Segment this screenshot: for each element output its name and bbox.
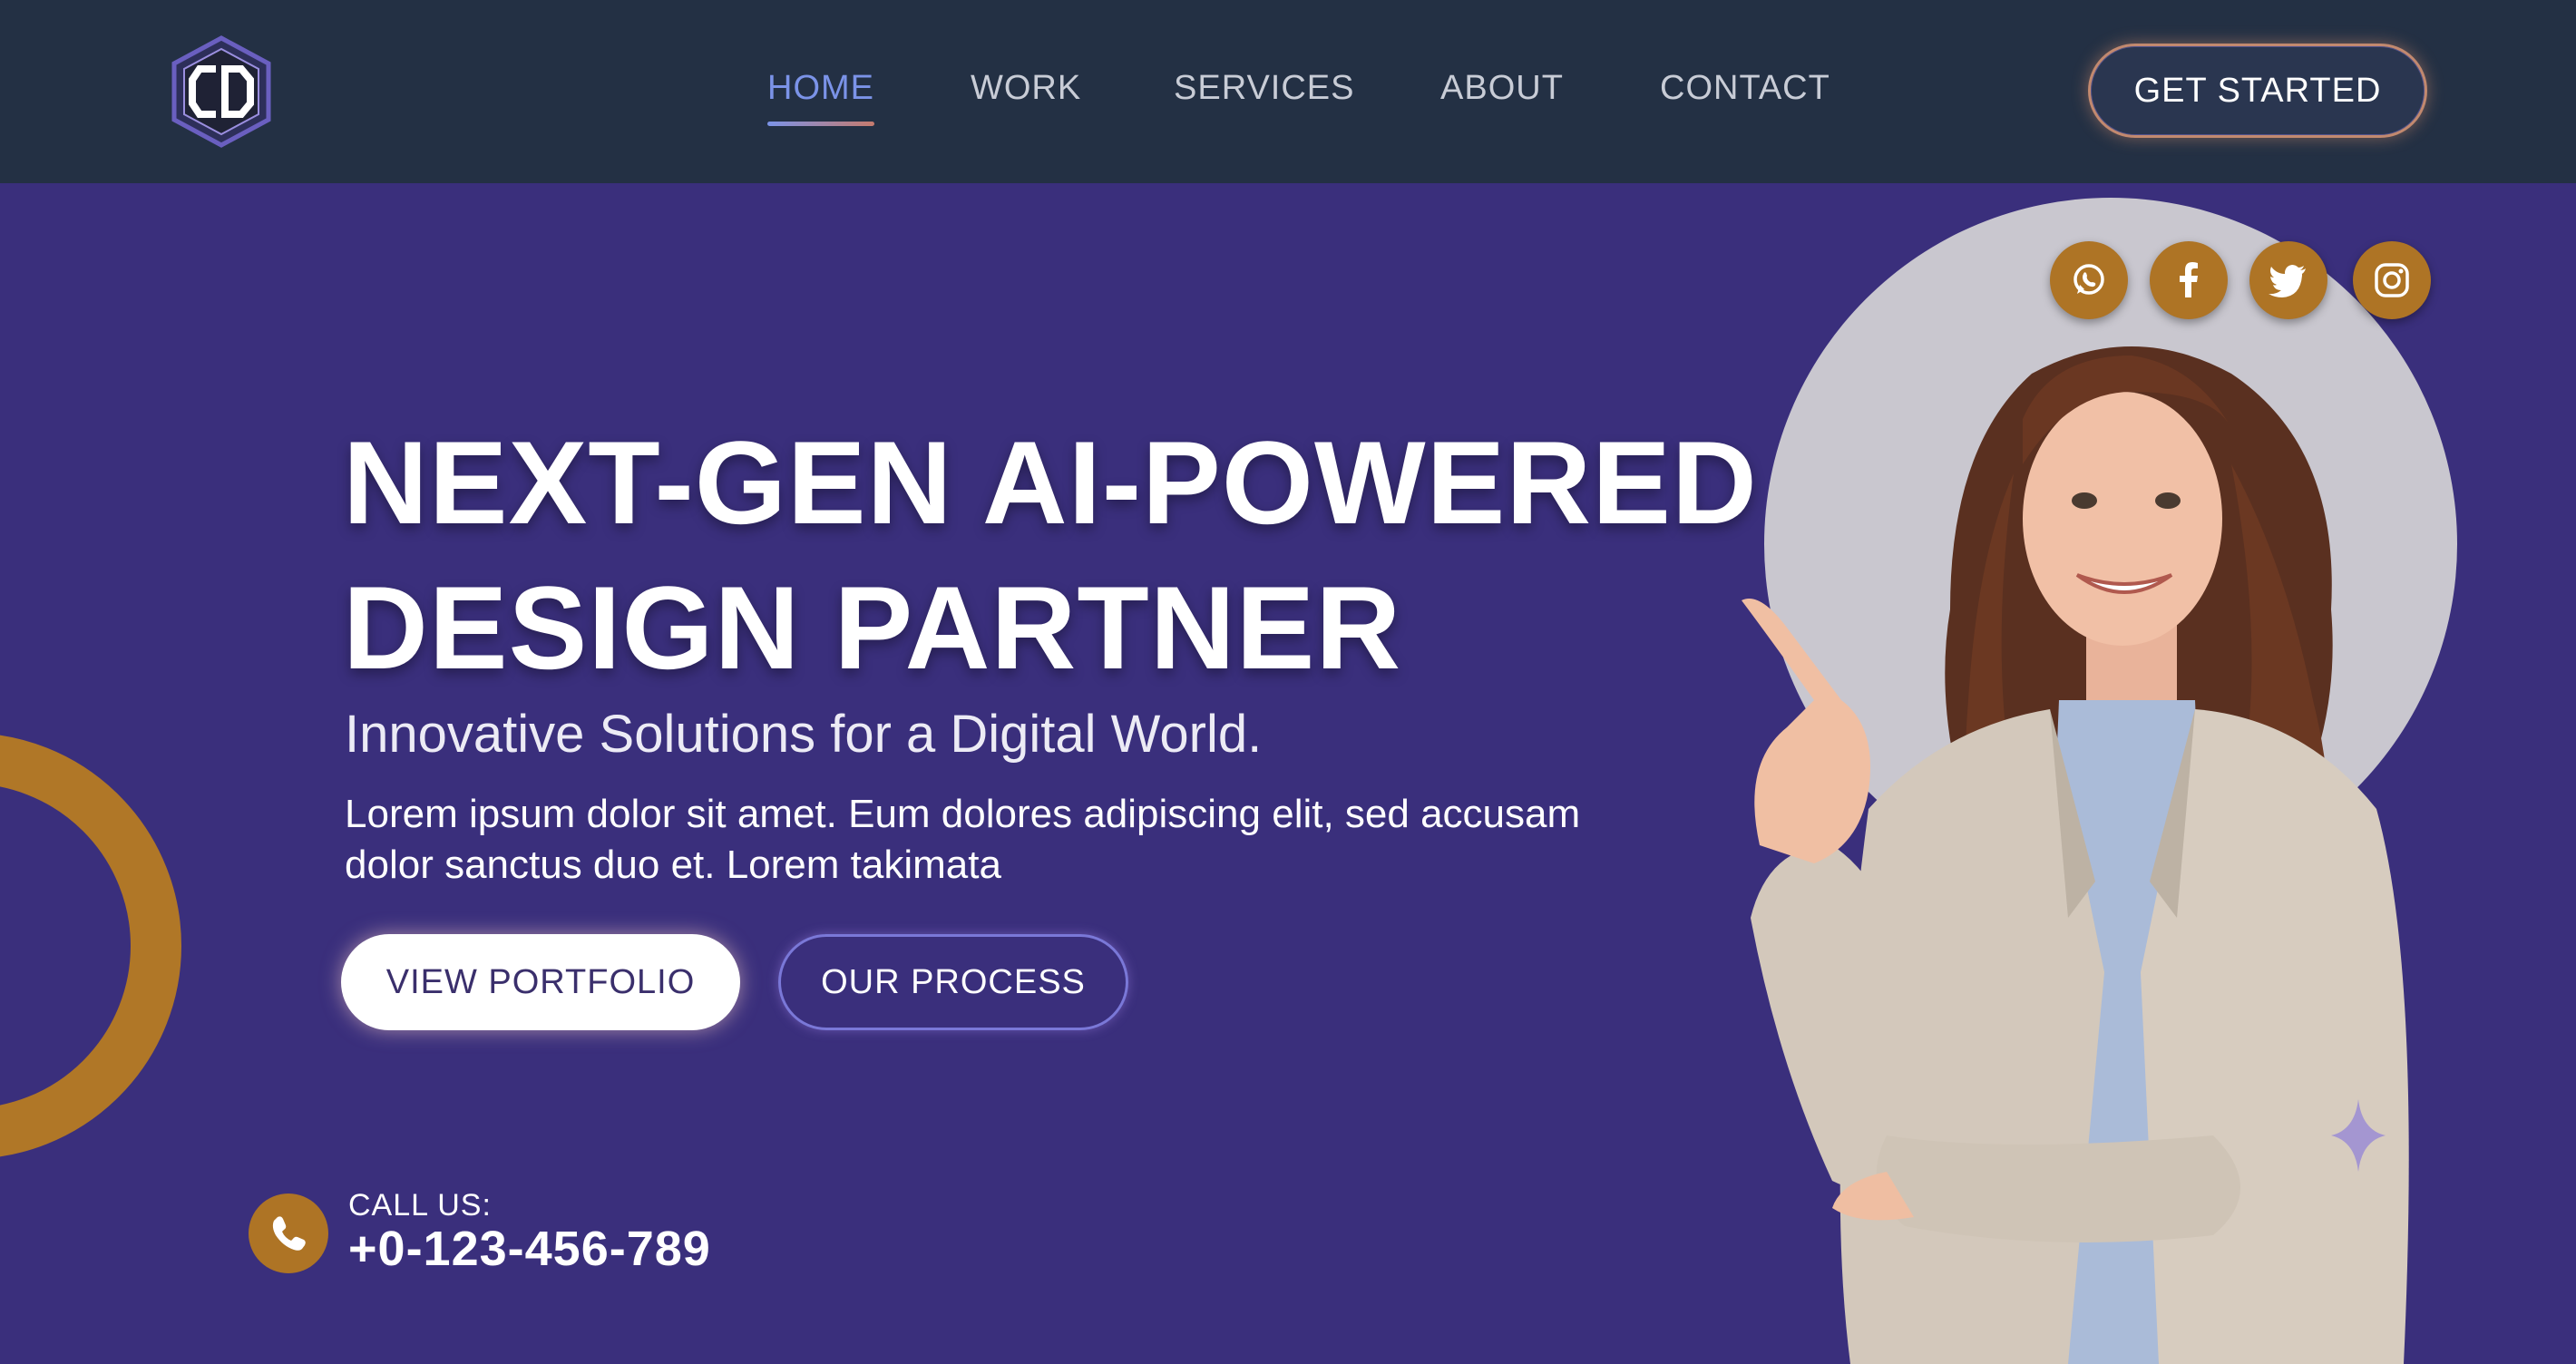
our-process-button[interactable]: OUR PROCESS — [778, 934, 1128, 1030]
our-process-label: OUR PROCESS — [821, 962, 1086, 1001]
nav-link-about[interactable]: ABOUT — [1440, 69, 1564, 108]
twitter-icon[interactable] — [2249, 241, 2327, 319]
nav-link-label: WORK — [971, 69, 1082, 107]
decorative-ring — [0, 733, 181, 1159]
view-portfolio-label: VIEW PORTFOLIO — [385, 962, 696, 1001]
get-started-button[interactable]: GET STARTED — [2088, 44, 2427, 138]
hero-body-text: Lorem ipsum dolor sit amet. Eum dolores … — [345, 792, 1581, 887]
nav-link-work[interactable]: WORK — [971, 69, 1081, 108]
nav-link-label: HOME — [767, 69, 874, 107]
active-underline — [767, 122, 874, 126]
nav-link-services[interactable]: SERVICES — [1174, 69, 1354, 108]
hero-headline: NEXT-GEN AI-POWERED DESIGN PARTNER — [343, 410, 1758, 700]
nav-link-label: ABOUT — [1440, 69, 1564, 107]
landing-page: HOME WORK SERVICES ABOUT CONTACT GET STA… — [0, 0, 2576, 1364]
phone-icon[interactable] — [249, 1194, 328, 1273]
headline-line-2: DESIGN PARTNER — [343, 561, 1402, 694]
hero-subtitle: Innovative Solutions for a Digital World… — [345, 705, 1263, 764]
nav-link-home[interactable]: HOME — [767, 69, 874, 126]
facebook-icon[interactable] — [2150, 241, 2228, 319]
phone-number-link[interactable]: +0-123-456-789 — [348, 1221, 711, 1277]
view-portfolio-button[interactable]: VIEW PORTFOLIO — [341, 934, 740, 1030]
person-image — [1742, 346, 2409, 1364]
instagram-icon[interactable] — [2353, 241, 2431, 319]
navbar: HOME WORK SERVICES ABOUT CONTACT GET STA… — [0, 0, 2576, 183]
nav-link-label: SERVICES — [1174, 69, 1355, 107]
nav-link-contact[interactable]: CONTACT — [1660, 69, 1830, 108]
get-started-label: GET STARTED — [2133, 71, 2382, 110]
whatsapp-icon[interactable] — [2050, 241, 2128, 319]
headline-line-1: NEXT-GEN AI-POWERED — [343, 416, 1758, 549]
call-us-label: CALL US: — [348, 1188, 492, 1223]
sparkle-icon — [2331, 1099, 2386, 1172]
nav-link-label: CONTACT — [1660, 69, 1830, 107]
